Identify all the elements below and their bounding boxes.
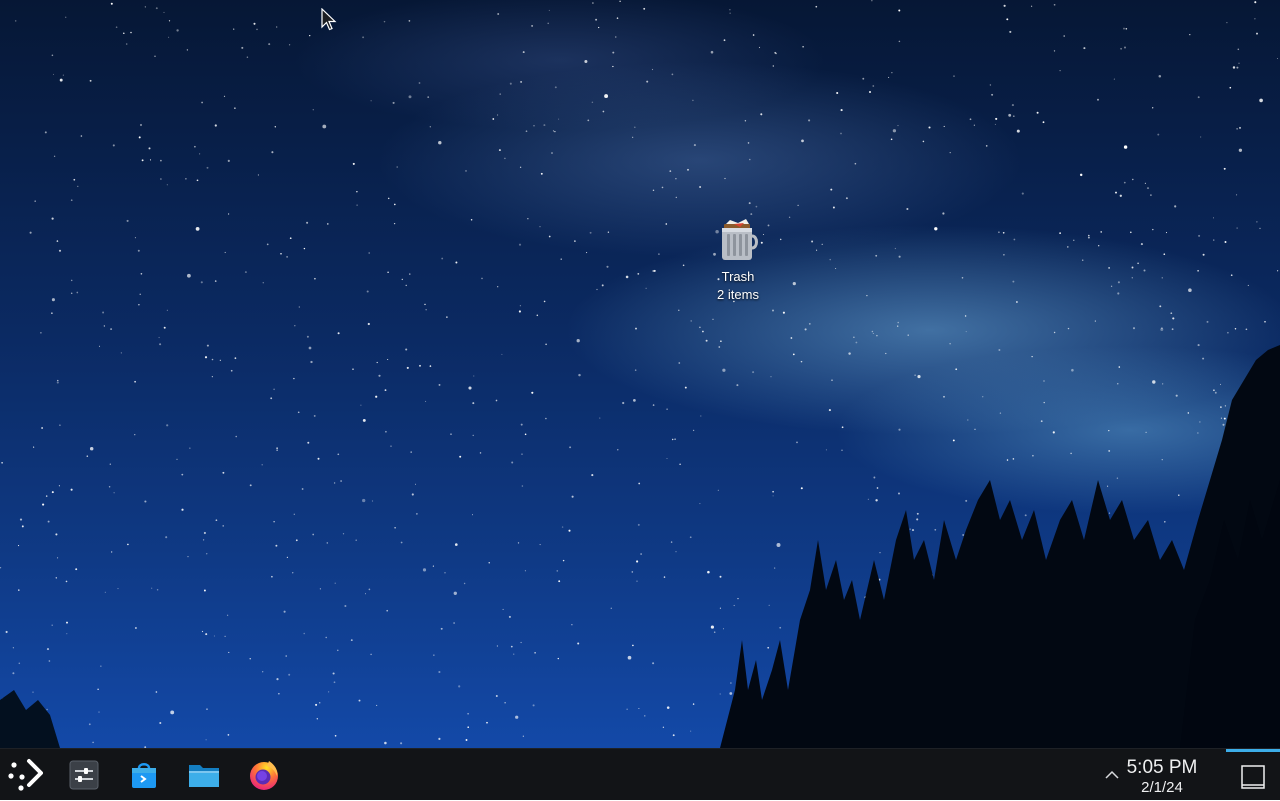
taskbar: 5:05 PM 2/1/24 (0, 748, 1280, 800)
desktop-icon-label: Trash (721, 269, 755, 284)
dolphin-folder-icon (189, 765, 219, 787)
desktop-wallpaper[interactable]: Trash 2 items (0, 0, 1280, 748)
discover-store-icon (132, 763, 156, 788)
desktop-icon-trash[interactable]: Trash 2 items (698, 218, 778, 304)
system-settings-icon (69, 760, 99, 790)
app-launcher-button[interactable] (4, 755, 44, 795)
kde-app-launcher-icon (8, 759, 43, 791)
show-desktop-icon (1241, 764, 1265, 789)
taskbar-system-settings[interactable] (64, 755, 104, 795)
desktop-icon-sublabel: 2 items (717, 287, 759, 302)
clock-date: 2/1/24 (1141, 779, 1183, 796)
clock-time: 5:05 PM (1126, 757, 1198, 778)
taskbar-discover[interactable] (124, 755, 164, 795)
show-desktop-button[interactable] (1226, 749, 1280, 801)
taskbar-dolphin[interactable] (184, 755, 224, 795)
firefox-icon (250, 761, 278, 790)
digital-clock[interactable]: 5:05 PM 2/1/24 (1112, 757, 1212, 797)
trash-full-icon (722, 219, 758, 260)
taskbar-firefox[interactable] (244, 755, 284, 795)
mouse-cursor-icon (321, 8, 337, 31)
tree-silhouettes (0, 345, 1280, 748)
